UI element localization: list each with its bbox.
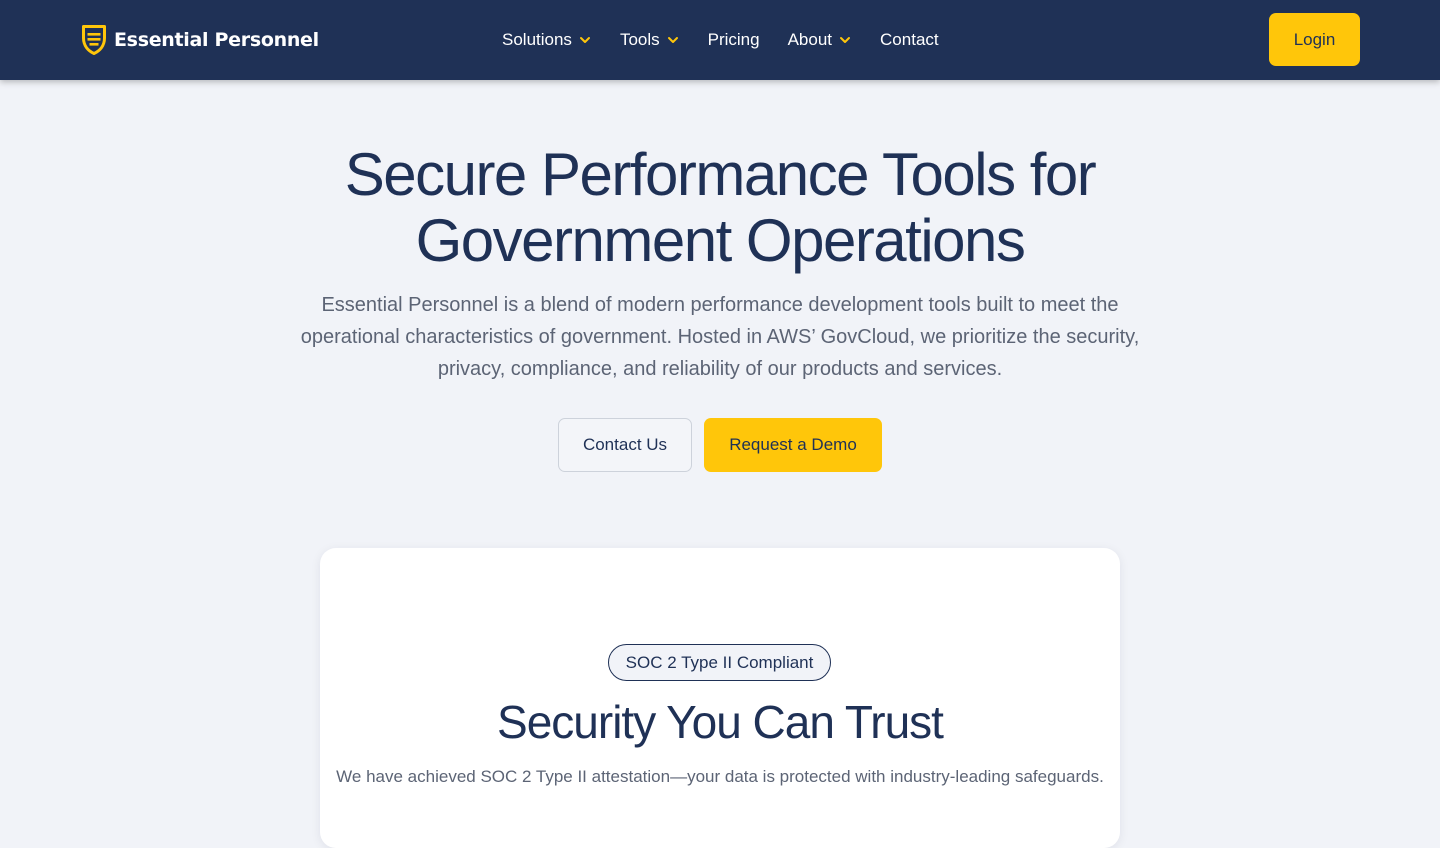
soc2-badge: SOC 2 Type II Compliant (608, 644, 831, 681)
security-card: SOC 2 Type II Compliant Security You Can… (320, 548, 1120, 848)
main-nav: Solutions Tools Pricing About Contact (502, 27, 939, 53)
chevron-down-icon (840, 37, 851, 43)
nav-about-label: About (787, 30, 833, 49)
login-button[interactable]: Login (1269, 13, 1360, 66)
request-demo-button[interactable]: Request a Demo (704, 418, 882, 472)
brand-name: Essential Personnel (114, 29, 319, 51)
nav-pricing-label: Pricing (707, 30, 760, 49)
top-navbar: Essential Personnel Solutions Tools Pric… (0, 0, 1440, 80)
nav-contact-label: Contact (880, 30, 939, 49)
hero-title-line-2: Government Operations (415, 207, 1026, 274)
security-title: Security You Can Trust (497, 696, 944, 748)
nav-tools[interactable]: Tools (620, 28, 680, 52)
hero-title: Secure Performance Tools for Government … (220, 142, 1220, 274)
nav-tools-label: Tools (619, 30, 660, 49)
chevron-down-icon (579, 37, 590, 43)
security-description: We have achieved SOC 2 Type II attestati… (336, 767, 1104, 786)
nav-pricing[interactable]: Pricing (708, 28, 760, 52)
nav-solutions[interactable]: Solutions (502, 28, 592, 52)
brand-logo-link[interactable]: Essential Personnel (82, 25, 319, 55)
contact-us-button[interactable]: Contact Us (558, 418, 692, 472)
shield-logo-icon (82, 25, 106, 55)
hero-cta-group: Contact Us Request a Demo (0, 418, 1440, 472)
chevron-down-icon (667, 37, 678, 43)
hero-description: Essential Personnel is a blend of modern… (300, 294, 1140, 380)
hero-title-line-1: Secure Performance Tools for (344, 141, 1097, 208)
nav-about[interactable]: About (788, 28, 852, 52)
nav-solutions-label: Solutions (502, 30, 572, 49)
nav-contact[interactable]: Contact (880, 28, 939, 52)
